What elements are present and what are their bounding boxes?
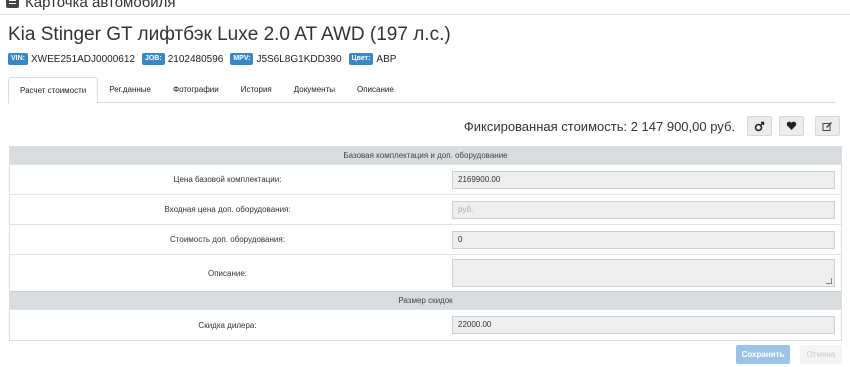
title-divider — [0, 14, 850, 15]
form-actions: Сохранить Отмена — [736, 345, 842, 364]
tab-history[interactable]: История — [230, 77, 283, 102]
tab-price-calc[interactable]: Расчет стоимости — [8, 77, 99, 104]
base-price-field[interactable]: 2169900.00 — [452, 170, 835, 189]
row-extra-cost: Стоимость доп. оборудования: 0 — [10, 224, 841, 254]
mpv-badge: MPV: — [230, 53, 254, 65]
tab-photos[interactable]: Фотографии — [162, 77, 230, 102]
tab-reg-data[interactable]: Рег.данные — [98, 77, 162, 102]
description-textarea[interactable] — [452, 259, 835, 287]
job-badge: JOB: — [141, 53, 165, 65]
section-base-equipment: Базовая комплектация и доп. оборудование — [10, 147, 841, 164]
row-input-extra: Входная цена доп. оборудования: руб. — [10, 194, 841, 224]
input-extra-label: Входная цена доп. оборудования: — [164, 205, 291, 214]
dealer-discount-field[interactable]: 22000.00 — [452, 316, 835, 334]
vin-badge: VIN: — [8, 53, 28, 65]
row-base-price: Цена базовой комплектации: 2169900.00 — [10, 164, 841, 194]
job-value: 2102480596 — [167, 53, 224, 65]
description-label: Описание: — [207, 268, 248, 278]
extra-cost-label: Стоимость доп. оборудования: — [170, 235, 285, 244]
section-discounts: Размер скидок — [10, 291, 841, 309]
heart-icon — [786, 121, 797, 130]
link-button[interactable] — [747, 116, 772, 136]
price-form: Базовая комплектация и доп. оборудование… — [9, 146, 842, 341]
window-title-text: Карточка автомобиля — [25, 0, 176, 11]
color-value: ABP — [376, 53, 397, 65]
cancel-button[interactable]: Отмена — [800, 345, 842, 364]
link-icon — [754, 121, 765, 131]
dealer-discount-label: Скидка дилера: — [198, 320, 257, 330]
window-title: Карточка автомобиля — [6, 0, 176, 11]
tab-documents[interactable]: Документы — [283, 77, 346, 102]
fixed-price-label: Фиксированная стоимость: 2 147 900,00 ру… — [463, 118, 735, 134]
mpv-value: J5S6L8G1KDD390 — [256, 53, 342, 65]
tab-description[interactable]: Описание — [346, 77, 405, 102]
base-price-label: Цена базовой комплектации: — [173, 175, 282, 184]
row-dealer-discount: Скидка дилера: 22000.00 — [10, 309, 841, 340]
save-button[interactable]: Сохранить — [736, 345, 790, 364]
car-identifiers: VIN: XWEE251ADJ0000612 JOB: 2102480596 M… — [8, 53, 403, 65]
list-icon — [6, 0, 19, 8]
fixed-price-row: Фиксированная стоимость: 2 147 900,00 ру… — [464, 116, 840, 136]
input-extra-field[interactable]: руб. — [452, 200, 835, 219]
extra-cost-field[interactable]: 0 — [452, 230, 835, 249]
row-description: Описание: — [10, 254, 841, 291]
vin-value: XWEE251ADJ0000612 — [31, 53, 135, 65]
favorite-button[interactable] — [779, 116, 804, 136]
car-title: Kia Stinger GT лифтбэк Luxe 2.0 AT AWD (… — [8, 24, 451, 45]
edit-button[interactable] — [815, 116, 840, 136]
edit-icon — [822, 121, 832, 131]
tab-bar: Расчет стоимости Рег.данные Фотографии И… — [8, 77, 836, 104]
color-badge: Цвет: — [348, 53, 374, 65]
